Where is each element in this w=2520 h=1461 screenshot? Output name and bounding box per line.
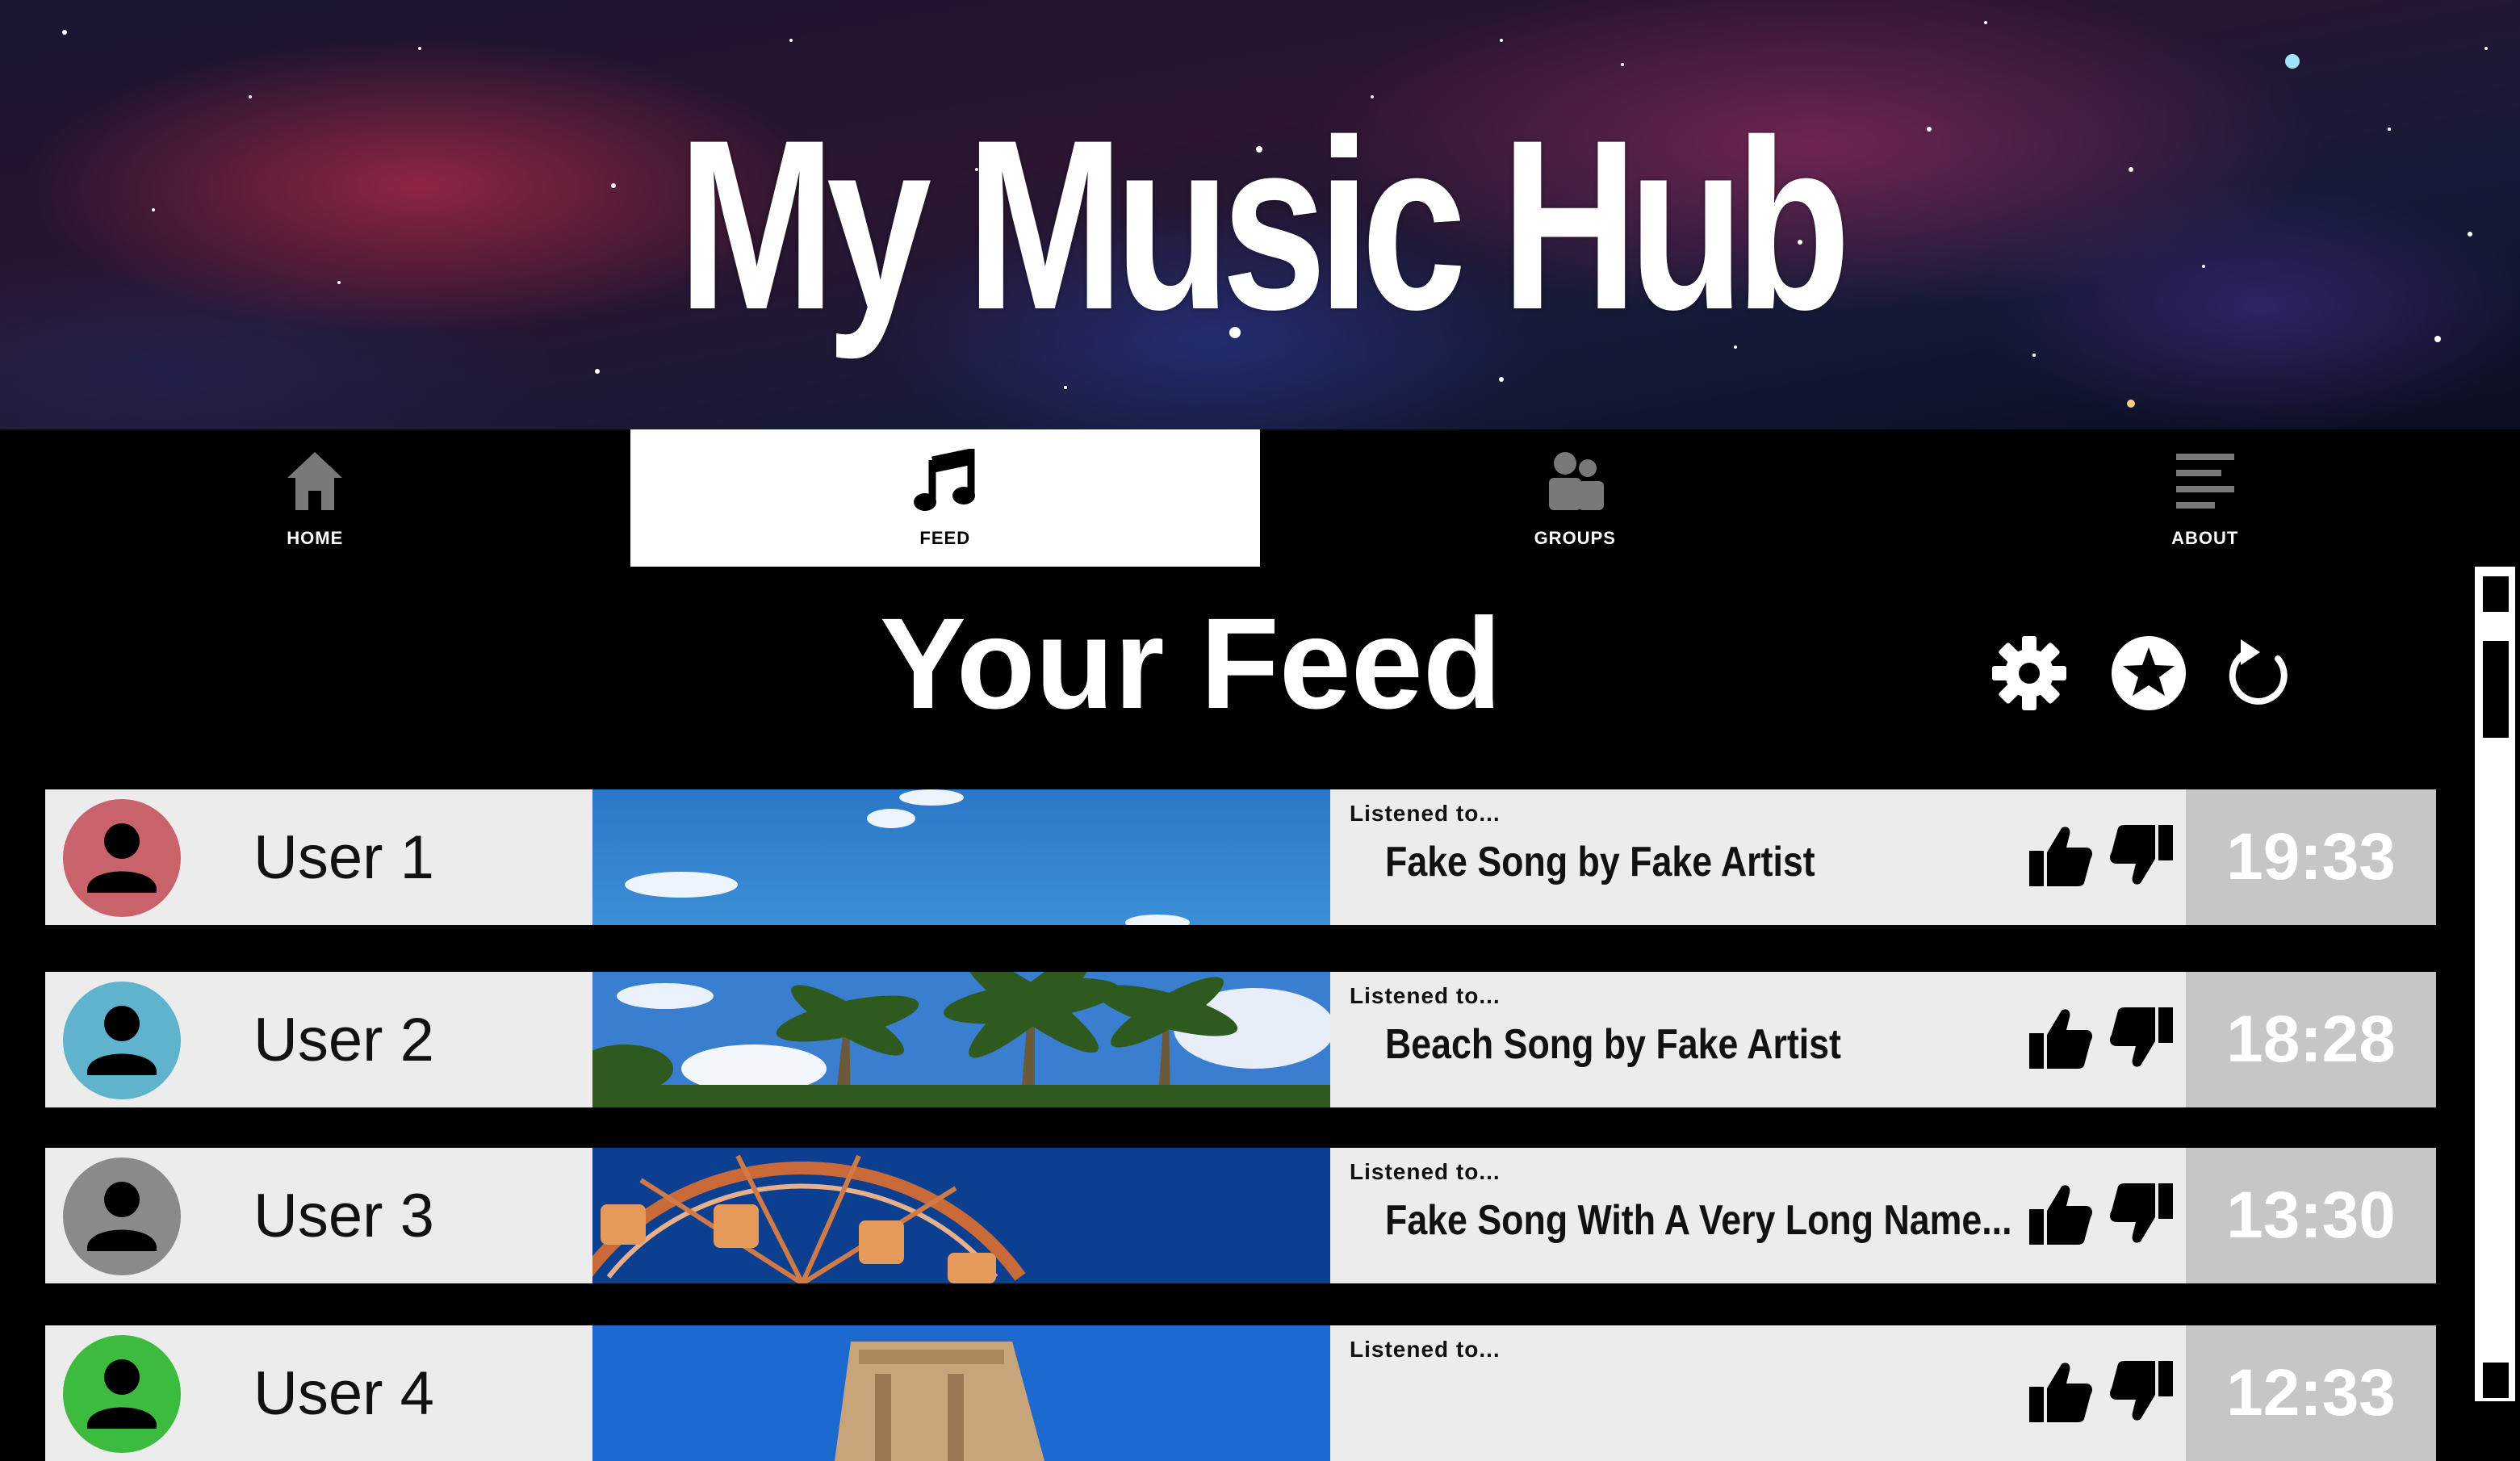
scroll-down-button[interactable] <box>2483 1363 2509 1398</box>
nav-tab-label: HOME <box>0 528 630 549</box>
avatar <box>63 1335 181 1453</box>
user-silhouette-icon <box>63 1335 181 1453</box>
song-cover-image[interactable] <box>592 1325 1330 1461</box>
group-icon <box>1541 449 1609 513</box>
palm-trees-image <box>592 972 1330 1107</box>
song-cover-image[interactable] <box>592 972 1330 1107</box>
scrollbar-thumb[interactable] <box>2483 641 2509 738</box>
star-circle-icon[interactable] <box>2110 634 2187 712</box>
thumbs-down-icon[interactable] <box>2108 822 2176 890</box>
gear-icon[interactable] <box>1990 634 2068 712</box>
nav-tab-label: GROUPS <box>1260 528 1890 549</box>
feed-panel: Your Feed User 1 <box>0 567 2470 1401</box>
user-silhouette-icon <box>63 982 181 1099</box>
listen-time: 18:28 <box>2186 972 2436 1107</box>
ferris-wheel-image <box>592 1148 1330 1283</box>
avatar <box>63 799 181 917</box>
nav-tab-label: ABOUT <box>1890 528 2520 549</box>
listen-time: 13:30 <box>2186 1148 2436 1283</box>
avatar <box>63 1157 181 1275</box>
main-nav: HOME FEED GROUPS ABOUT <box>0 429 2520 567</box>
listened-label: Listened to... <box>1350 1159 1501 1185</box>
user-name[interactable]: User 3 <box>253 1180 434 1253</box>
thumbs-up-icon[interactable] <box>2026 1004 2094 1072</box>
user-name[interactable]: User 2 <box>253 1004 434 1077</box>
thumbs-down-icon[interactable] <box>2108 1358 2176 1425</box>
listened-label: Listened to... <box>1350 983 1501 1009</box>
listen-time: 19:33 <box>2186 789 2436 925</box>
song-cover-image[interactable] <box>592 1148 1330 1283</box>
nav-tab-home[interactable]: HOME <box>0 429 630 567</box>
song-title[interactable]: Fake Song With A Very Long Name... <box>1385 1195 2012 1246</box>
song-title[interactable]: Fake Song by Fake Artist <box>1385 836 1815 888</box>
thumbs-up-icon[interactable] <box>2026 1358 2094 1425</box>
thumbs-down-icon[interactable] <box>2108 1180 2176 1248</box>
feed-scrollbar[interactable] <box>2470 567 2520 1401</box>
listen-time: 12:33 <box>2186 1325 2436 1461</box>
user-silhouette-icon <box>63 799 181 917</box>
user-name[interactable]: User 1 <box>253 822 434 894</box>
thumbs-down-icon[interactable] <box>2108 1004 2176 1072</box>
listened-label: Listened to... <box>1350 1337 1501 1363</box>
header-banner: My Music Hub <box>0 0 2520 429</box>
nav-tab-label: FEED <box>630 528 1261 549</box>
song-cover-image[interactable] <box>592 789 1330 925</box>
home-icon <box>284 449 345 513</box>
sky-clouds-image <box>592 789 1330 925</box>
thumbs-up-icon[interactable] <box>2026 1180 2094 1248</box>
user-name[interactable]: User 4 <box>253 1358 434 1430</box>
feed-title: Your Feed <box>880 599 1501 728</box>
nav-tab-groups[interactable]: GROUPS <box>1260 429 1890 567</box>
nav-tab-about[interactable]: ABOUT <box>1890 429 2520 567</box>
refresh-icon[interactable] <box>2223 634 2296 712</box>
feed-entry[interactable]: User 1 Listened to... Fake Song by Fake … <box>45 789 2436 925</box>
feed-entry[interactable]: User 3 Listened to... <box>45 1148 2436 1283</box>
music-note-icon <box>913 449 977 513</box>
about-lines-icon <box>2173 449 2237 513</box>
feed-entry[interactable]: User 4 Listened to... 12:33 <box>45 1325 2436 1461</box>
stone-temple-image <box>592 1325 1330 1461</box>
feed-entry[interactable]: User 2 <box>45 972 2436 1107</box>
listened-label: Listened to... <box>1350 801 1501 827</box>
nav-tab-feed[interactable]: FEED <box>630 429 1261 567</box>
app-title: My Music Hub <box>277 103 2242 345</box>
scroll-up-button[interactable] <box>2483 576 2509 612</box>
song-title[interactable]: Beach Song by Fake Artist <box>1385 1019 1841 1070</box>
thumbs-up-icon[interactable] <box>2026 822 2094 890</box>
avatar <box>63 982 181 1099</box>
user-silhouette-icon <box>63 1157 181 1275</box>
